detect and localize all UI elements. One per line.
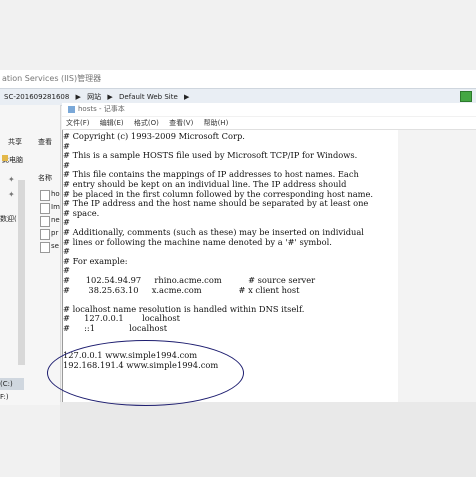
background-pane bbox=[398, 130, 476, 402]
file-item[interactable]: ne bbox=[51, 216, 60, 224]
notepad-title: hosts - 记事本 bbox=[78, 105, 125, 113]
hosts-file-text[interactable]: # Copyright (c) 1993-2009 Microsoft Corp… bbox=[63, 131, 373, 333]
file-icon bbox=[40, 190, 50, 201]
file-item[interactable]: Im bbox=[51, 203, 60, 211]
notepad-title-bar: hosts - 记事本 bbox=[62, 103, 476, 116]
scrollbar[interactable] bbox=[18, 180, 25, 365]
menu-view[interactable]: 查看(V) bbox=[169, 119, 193, 127]
pin-icon[interactable]: ✦ bbox=[8, 190, 15, 199]
hand-drawn-circle-annotation bbox=[47, 340, 244, 406]
breadcrumb-server[interactable]: SC-201609281608 bbox=[4, 89, 69, 105]
menu-bar: 文件(F) 编辑(E) 格式(O) 查看(V) 帮助(H) bbox=[62, 117, 476, 130]
tab-share[interactable]: 共享 bbox=[8, 137, 22, 147]
notepad-icon bbox=[68, 105, 75, 113]
file-item[interactable]: ho bbox=[51, 190, 60, 198]
file-item[interactable]: pr bbox=[51, 229, 58, 237]
sidebar-item-data[interactable]: 数迎( bbox=[0, 214, 17, 224]
tab-view[interactable]: 查看 bbox=[38, 137, 52, 147]
file-icon bbox=[40, 216, 50, 227]
menu-format[interactable]: 格式(O) bbox=[134, 119, 159, 127]
menu-help[interactable]: 帮助(H) bbox=[204, 119, 229, 127]
sidebar-item-drive-c[interactable]: (C:) bbox=[0, 378, 24, 390]
background-area bbox=[60, 402, 476, 477]
file-icon bbox=[40, 203, 50, 214]
file-item[interactable]: se bbox=[51, 242, 59, 250]
menu-edit[interactable]: 编辑(E) bbox=[100, 119, 124, 127]
file-icon bbox=[40, 242, 50, 253]
explorer-pane bbox=[0, 105, 61, 405]
go-icon[interactable] bbox=[460, 91, 472, 102]
file-icon bbox=[40, 229, 50, 240]
column-header-name[interactable]: 名称 bbox=[38, 173, 52, 183]
menu-file[interactable]: 文件(F) bbox=[66, 119, 90, 127]
sidebar-item-drive-f[interactable]: F:) bbox=[0, 393, 9, 401]
folder-icon bbox=[2, 155, 8, 161]
pin-icon[interactable]: ✦ bbox=[8, 175, 15, 184]
iis-window-title: ation Services (IIS)管理器 bbox=[0, 70, 476, 88]
